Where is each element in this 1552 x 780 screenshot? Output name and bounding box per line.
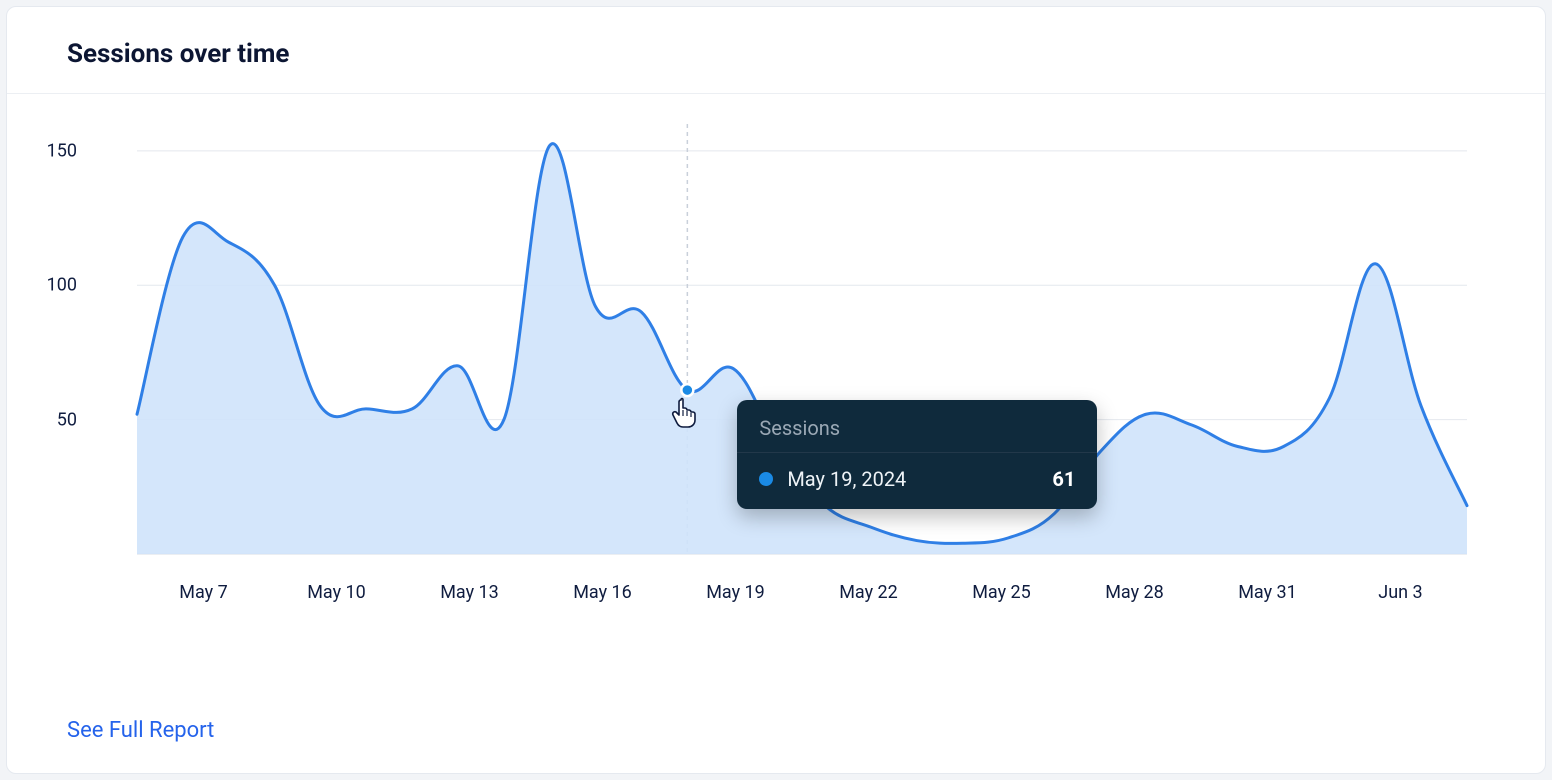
card-title: Sessions over time <box>67 39 1485 69</box>
x-tick: Jun 3 <box>1334 582 1467 603</box>
x-tick: May 22 <box>802 582 935 603</box>
y-tick: 150 <box>27 140 77 161</box>
x-tick: May 25 <box>935 582 1068 603</box>
tooltip-date: May 19, 2024 <box>787 467 1052 491</box>
sessions-card: Sessions over time 50100150 May 7May 10M… <box>6 6 1546 774</box>
x-tick: May 19 <box>669 582 802 603</box>
tooltip-value: 61 <box>1052 467 1075 491</box>
x-tick: May 31 <box>1201 582 1334 603</box>
chart-area[interactable]: 50100150 May 7May 10May 13May 16May 19Ma… <box>7 94 1545 708</box>
x-tick: May 28 <box>1068 582 1201 603</box>
chart-tooltip: Sessions May 19, 2024 61 <box>737 400 1097 509</box>
card-footer: See Full Report <box>7 708 1545 773</box>
x-axis: May 7May 10May 13May 16May 19May 22May 2… <box>137 582 1467 603</box>
card-header: Sessions over time <box>7 7 1545 94</box>
see-full-report-link[interactable]: See Full Report <box>67 718 214 743</box>
x-tick: May 7 <box>137 582 270 603</box>
x-tick: May 16 <box>536 582 669 603</box>
y-tick: 100 <box>27 275 77 296</box>
y-tick: 50 <box>27 409 77 430</box>
x-tick: May 10 <box>270 582 403 603</box>
tooltip-title: Sessions <box>737 400 1097 453</box>
tooltip-series-dot <box>759 472 773 486</box>
x-tick: May 13 <box>403 582 536 603</box>
